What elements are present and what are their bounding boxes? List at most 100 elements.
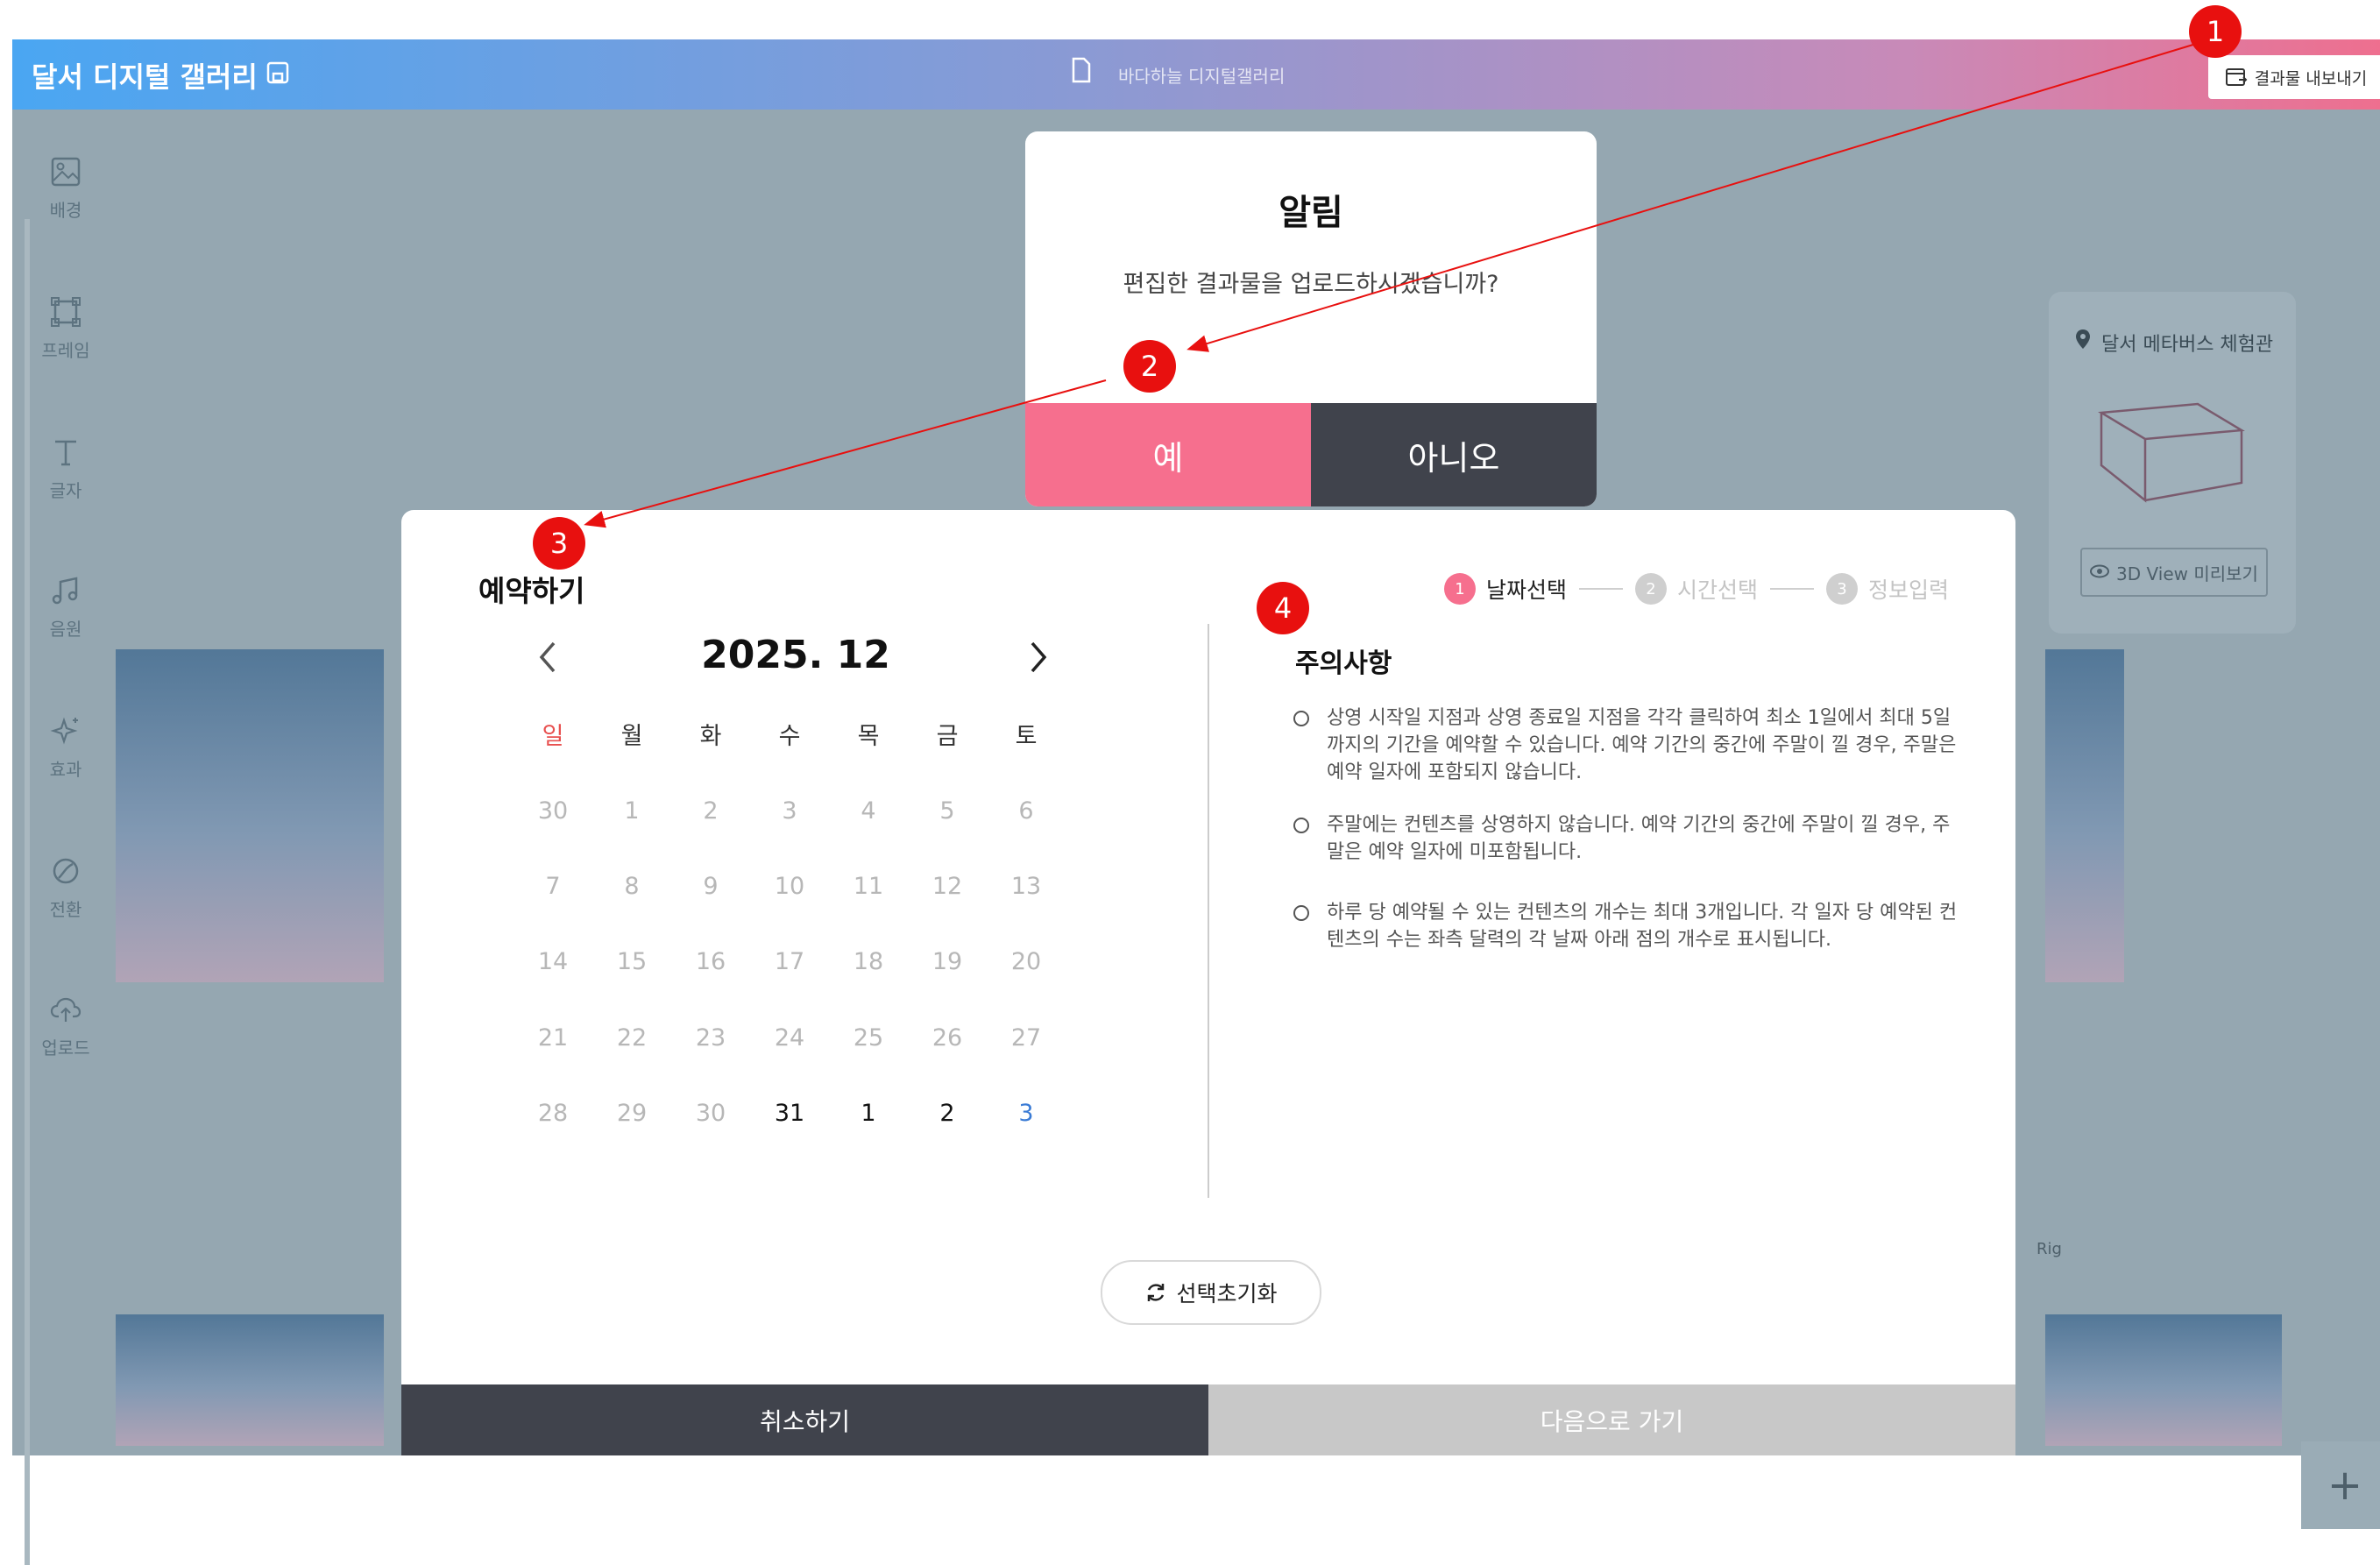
- reset-label: 선택초기화: [1176, 1281, 1278, 1307]
- step-label: 시간선택: [1677, 577, 1759, 603]
- tool-music[interactable]: 음원: [26, 575, 105, 641]
- tool-label: 음원: [49, 619, 82, 640]
- calendar-day: 30: [537, 797, 569, 825]
- calendar-day[interactable]: 3: [987, 1076, 1066, 1151]
- tool-label: 효과: [49, 759, 82, 780]
- sparkle-icon: [50, 717, 78, 745]
- yes-button[interactable]: 예: [1025, 403, 1311, 506]
- background-scene: [116, 1314, 384, 1446]
- step-label: 날짜선택: [1486, 577, 1568, 603]
- calendar-day: 14: [537, 948, 569, 976]
- annotation-marker-4: 4: [1257, 582, 1309, 634]
- step-connector: [1770, 588, 1815, 590]
- calendar-day: 15: [616, 948, 648, 976]
- calendar-day: 21: [537, 1023, 569, 1052]
- chevron-right-icon: [1031, 641, 1047, 673]
- reservation-modal: 예약하기 1 날짜선택 2 시간선택 3 정보입력 2025. 12 일 월 화 수 목…: [401, 510, 2015, 1455]
- frame-icon: [51, 297, 81, 327]
- save-icon[interactable]: [266, 60, 289, 85]
- export-button[interactable]: 결과물 내보내기: [2208, 55, 2380, 99]
- background-scene: [2045, 1314, 2282, 1446]
- bullet-circle-icon: [1293, 711, 1309, 726]
- calendar-day: 7: [545, 873, 561, 901]
- tool-label: 프레임: [41, 340, 90, 361]
- location-pin-icon: [2075, 329, 2091, 350]
- annotation-marker-3: 3: [533, 517, 585, 570]
- metaverse-card-title-text: 달서 메타버스 체험관: [2101, 334, 2274, 356]
- tool-label: 글자: [49, 480, 82, 501]
- calendar-day: 19: [931, 948, 963, 976]
- bullet-circle-icon: [1293, 905, 1309, 921]
- calendar-day: 17: [774, 948, 805, 976]
- music-icon: [52, 577, 78, 605]
- calendar-day: 13: [1010, 873, 1042, 901]
- panel-divider: [1208, 624, 1209, 1198]
- calendar-day: 6: [1018, 797, 1034, 825]
- calendar-day[interactable]: 31: [750, 1076, 829, 1151]
- cancel-button[interactable]: 취소하기: [401, 1384, 1208, 1455]
- tool-label: 업로드: [41, 1037, 90, 1059]
- notice-item: 주말에는 컨텐츠를 상영하지 않습니다. 예약 기간의 중간에 주말이 낄 경우…: [1293, 811, 1959, 866]
- export-icon: [2225, 68, 2248, 86]
- tool-background[interactable]: 배경: [26, 156, 105, 222]
- prev-month-button[interactable]: [533, 638, 563, 680]
- image-icon: [51, 157, 81, 187]
- calendar-day: 29: [616, 1100, 648, 1128]
- document-title: 바다하늘 디지털갤러리: [1118, 66, 1286, 87]
- reservation-title: 예약하기: [478, 574, 585, 608]
- calendar-day: 11: [853, 873, 884, 901]
- calendar-day[interactable]: 1: [829, 1076, 908, 1151]
- step-connector: [1579, 588, 1624, 590]
- calendar-day: 10: [774, 873, 805, 901]
- step-date: 1 날짜선택: [1444, 573, 1567, 605]
- step-info: 3 정보입력: [1826, 573, 1949, 605]
- calendar-day: 23: [695, 1023, 726, 1052]
- transition-icon: [53, 858, 79, 884]
- 3d-view-label: 3D View 미리보기: [2116, 563, 2258, 584]
- step-time: 2 시간선택: [1635, 573, 1758, 605]
- 3d-view-button[interactable]: 3D View 미리보기: [2080, 548, 2268, 597]
- step-number: 1: [1444, 573, 1476, 605]
- tool-upload[interactable]: 업로드: [26, 994, 105, 1059]
- step-label: 정보입력: [1868, 577, 1950, 603]
- calendar-day: 24: [774, 1023, 805, 1052]
- calendar-day: 4: [861, 797, 876, 825]
- next-month-button[interactable]: [1024, 638, 1053, 680]
- calendar-day: 1: [624, 797, 640, 825]
- tool-transition[interactable]: 전환: [26, 855, 105, 921]
- rig-label: Rig: [2036, 1240, 2062, 1258]
- no-button[interactable]: 아니오: [1311, 403, 1597, 506]
- document-icon: [1071, 57, 1092, 83]
- next-step-button[interactable]: 다음으로 가기: [1208, 1384, 2015, 1455]
- reset-selection-button[interactable]: 선택초기화: [1101, 1260, 1321, 1325]
- calendar-day: 12: [931, 873, 963, 901]
- weekday-header: 화: [699, 722, 722, 750]
- notice-text: 주말에는 컨텐츠를 상영하지 않습니다. 예약 기간의 중간에 주말이 낄 경우…: [1327, 814, 1951, 863]
- cube-icon: [2098, 402, 2245, 503]
- notice-item: 하루 당 예약될 수 있는 컨텐츠의 개수는 최대 3개입니다. 각 일자 당 …: [1293, 899, 1959, 953]
- export-label: 결과물 내보내기: [2254, 68, 2368, 89]
- calendar-day: 2: [703, 797, 719, 825]
- weekday-header: 금: [936, 722, 959, 750]
- weekday-header: 목: [857, 722, 880, 750]
- notice-title: 주의사항: [1295, 648, 1392, 679]
- tool-effect[interactable]: 효과: [26, 715, 105, 781]
- calendar-grid: 일 월 화 수 목 금 토 30 1 2 3 4 5 6 7 8 9 10 11 12 13 14 15 16 17 18 19 20…: [514, 694, 1041, 1151]
- chevron-left-icon: [539, 641, 556, 673]
- tool-text[interactable]: 글자: [26, 436, 105, 502]
- tool-frame[interactable]: 프레임: [26, 296, 105, 362]
- weekday-header: 일: [542, 722, 564, 750]
- notice-text: 하루 당 예약될 수 있는 컨텐츠의 개수는 최대 3개입니다. 각 일자 당 …: [1327, 902, 1958, 951]
- annotation-marker-2: 2: [1123, 340, 1176, 393]
- calendar-day[interactable]: 2: [908, 1076, 987, 1151]
- alert-title: 알림: [1279, 193, 1343, 233]
- refresh-icon: [1148, 1284, 1165, 1301]
- calendar-day: 18: [853, 948, 884, 976]
- calendar-day: 27: [1010, 1023, 1042, 1052]
- alert-dialog: 알림 편집한 결과물을 업로드하시겠습니까? 예 아니오: [1025, 131, 1597, 506]
- eye-icon: [2090, 562, 2110, 583]
- weekday-header: 토: [1015, 722, 1038, 750]
- metaverse-card-title: 달서 메타버스 체험관: [2076, 329, 2274, 357]
- add-button[interactable]: +: [2301, 1441, 2380, 1529]
- calendar-day: 3: [782, 797, 797, 825]
